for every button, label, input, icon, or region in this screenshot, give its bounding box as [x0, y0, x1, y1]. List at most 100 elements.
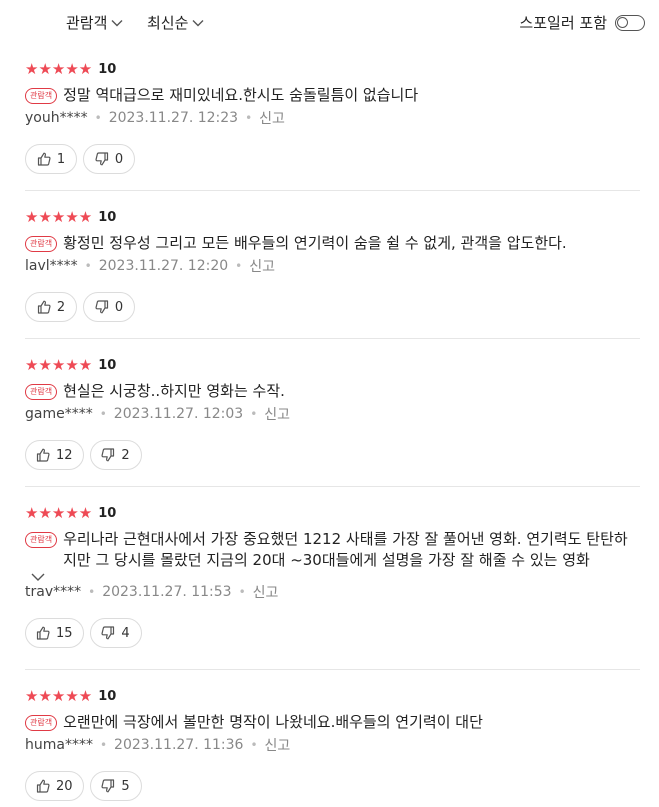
dislike-button[interactable]: 4: [89, 618, 142, 648]
review-text: 오랜만에 극장에서 볼만한 명작이 나왔네요.배우들의 연기력이 대단: [63, 713, 483, 731]
thumbs-up-icon: [36, 779, 50, 793]
chevron-down-icon: [111, 19, 123, 26]
divider: [25, 338, 640, 339]
like-count: 15: [56, 625, 73, 641]
filter-bar: 관람객 최신순 스포일러 포함: [0, 0, 659, 46]
separator-dot: •: [99, 407, 107, 421]
thumbs-down-icon: [101, 448, 115, 462]
spoiler-toggle[interactable]: [615, 14, 645, 31]
like-count: 20: [56, 778, 73, 794]
star-rating-icon: ★★★★★: [25, 60, 93, 78]
divider: [25, 486, 640, 487]
sort-label: 최신순: [147, 14, 189, 32]
audience-badge: 관람객: [25, 236, 58, 252]
reviewer-id: lavl****: [25, 258, 78, 274]
review-meta: game**** • 2023.11.27. 12:03 • 신고: [25, 405, 640, 423]
separator-dot: •: [238, 585, 246, 599]
divider: [25, 190, 640, 191]
like-button[interactable]: 15: [25, 618, 84, 648]
rating-score: 10: [98, 357, 117, 373]
dislike-button[interactable]: 5: [89, 771, 142, 801]
reviewer-id: huma****: [25, 737, 93, 753]
review-item: ★★★★★ 10 관람객 오랜만에 극장에서 볼만한 명작이 나왔네요.배우들의…: [25, 687, 640, 807]
review-date: 2023.11.27. 11:53: [102, 584, 232, 600]
chevron-down-icon: [192, 19, 204, 26]
review-date: 2023.11.27. 11:36: [114, 737, 244, 753]
separator-dot: •: [84, 259, 92, 273]
separator-dot: •: [99, 738, 108, 752]
report-link[interactable]: 신고: [265, 735, 291, 755]
star-rating-icon: ★★★★★: [25, 504, 93, 522]
rating-score: 10: [98, 209, 117, 225]
like-count: 2: [56, 299, 66, 315]
report-link[interactable]: 신고: [253, 582, 279, 602]
rating: ★★★★★ 10: [25, 208, 640, 226]
dislike-button[interactable]: 2: [89, 440, 142, 470]
review-item: ★★★★★ 10 관람객 정말 역대급으로 재미있네요.한시도 숨돌릴틈이 없습…: [25, 60, 640, 191]
thumbs-up-icon: [36, 448, 50, 462]
review-date: 2023.11.27. 12:23: [108, 110, 239, 126]
reviewer-id: game****: [25, 406, 93, 422]
star-rating-icon: ★★★★★: [25, 687, 93, 705]
like-count: 12: [56, 447, 73, 463]
rating: ★★★★★ 10: [25, 687, 640, 705]
audience-filter-label: 관람객: [66, 14, 108, 32]
spoiler-label: 스포일러 포함: [519, 14, 607, 32]
separator-dot: •: [88, 585, 96, 599]
divider: [25, 669, 640, 670]
separator-dot: •: [250, 738, 258, 752]
reviewer-id: trav****: [25, 584, 82, 600]
star-rating-icon: ★★★★★: [25, 208, 93, 226]
dislike-count: 0: [114, 299, 124, 315]
report-link[interactable]: 신고: [264, 404, 290, 424]
like-count: 1: [56, 151, 66, 167]
review-item: ★★★★★ 10 관람객 우리나라 근현대사에서 가장 중요했던 1212 사태…: [25, 504, 640, 670]
dislike-button[interactable]: 0: [83, 292, 135, 322]
review-meta: lavl**** • 2023.11.27. 12:20 • 신고: [25, 257, 640, 275]
like-button[interactable]: 1: [25, 144, 77, 174]
review-meta: youh**** • 2023.11.27. 12:23 • 신고: [25, 109, 640, 127]
separator-dot: •: [235, 259, 243, 273]
audience-badge: 관람객: [25, 384, 58, 400]
rating-score: 10: [98, 61, 117, 77]
rating-score: 10: [98, 505, 117, 521]
separator-dot: •: [94, 111, 102, 125]
thumbs-down-icon: [95, 300, 108, 314]
sort-dropdown[interactable]: 최신순: [147, 12, 204, 33]
report-link[interactable]: 신고: [249, 256, 275, 276]
review-meta: trav**** • 2023.11.27. 11:53 • 신고: [25, 583, 640, 601]
rating: ★★★★★ 10: [25, 60, 640, 78]
separator-dot: •: [250, 407, 258, 421]
spoiler-filter: 스포일러 포함: [519, 12, 645, 33]
review-date: 2023.11.27. 12:20: [98, 258, 229, 274]
dislike-count: 2: [121, 447, 130, 463]
dislike-count: 0: [114, 151, 124, 167]
rating-score: 10: [98, 688, 117, 704]
like-button[interactable]: 2: [25, 292, 77, 322]
review-item: ★★★★★ 10 관람객 황정민 정우성 그리고 모든 배우들의 연기력이 숨을…: [25, 208, 640, 339]
toggle-knob: [617, 16, 628, 28]
dislike-button[interactable]: 0: [83, 144, 135, 174]
review-text: 우리나라 근현대사에서 가장 중요했던 1212 사태를 가장 잘 풀어낸 영화…: [63, 530, 628, 569]
dislike-count: 5: [121, 778, 130, 794]
review-text: 현실은 시궁창..하지만 영화는 수작.: [63, 382, 285, 400]
report-link[interactable]: 신고: [259, 108, 285, 128]
review-text: 황정민 정우성 그리고 모든 배우들의 연기력이 숨을 쉴 수 없게, 관객을 …: [63, 234, 567, 252]
thumbs-up-icon: [37, 152, 51, 166]
dislike-count: 4: [121, 625, 130, 641]
separator-dot: •: [245, 111, 253, 125]
audience-filter-dropdown[interactable]: 관람객: [66, 12, 123, 33]
like-button[interactable]: 20: [25, 771, 84, 801]
audience-badge: 관람객: [25, 532, 58, 548]
like-button[interactable]: 12: [25, 440, 84, 470]
thumbs-down-icon: [101, 779, 115, 793]
reviewer-id: youh****: [25, 110, 88, 126]
thumbs-up-icon: [36, 626, 50, 640]
thumbs-down-icon: [95, 152, 108, 166]
rating: ★★★★★ 10: [25, 356, 640, 374]
review-item: ★★★★★ 10 관람객 현실은 시궁창..하지만 영화는 수작. game**…: [25, 356, 640, 487]
review-date: 2023.11.27. 12:03: [113, 406, 244, 422]
audience-badge: 관람객: [25, 715, 58, 731]
thumbs-down-icon: [101, 626, 115, 640]
expand-chevron-icon[interactable]: [31, 572, 45, 582]
